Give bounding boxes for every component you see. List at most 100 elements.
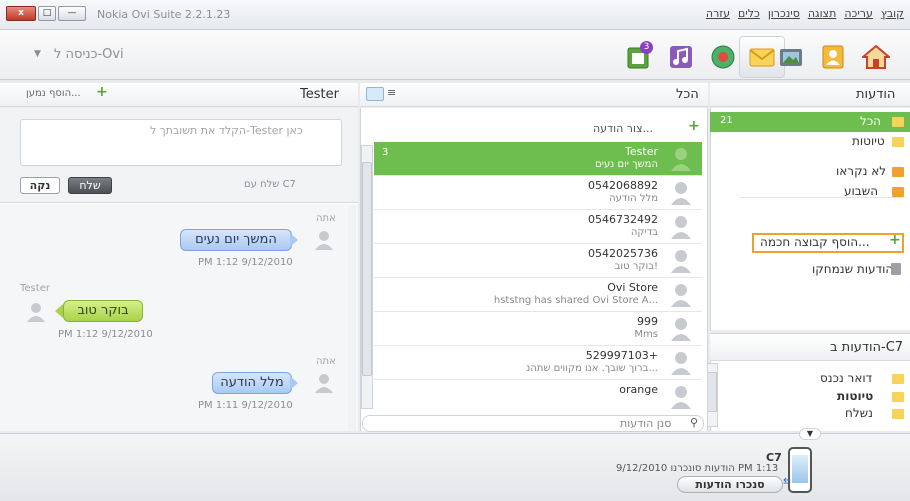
conversation-row[interactable]: 999 Mms	[374, 312, 702, 346]
filter-messages-placeholder: סנן הודעות	[620, 417, 672, 430]
trash-icon	[891, 263, 901, 275]
photos-icon[interactable]	[778, 44, 804, 70]
avatar-icon	[671, 352, 691, 375]
menu-help[interactable]: עזרה	[706, 7, 730, 20]
menu-view[interactable]: תצוגה	[808, 7, 836, 20]
close-window-button[interactable]: x	[6, 6, 36, 21]
maps-icon[interactable]	[710, 44, 736, 70]
device-messages-title: הודעות ב-C7	[830, 340, 904, 355]
music-icon[interactable]	[668, 44, 694, 70]
plus-icon[interactable]: +	[96, 84, 108, 100]
conversation-row[interactable]: Ovi Store hststng has shared Ovi Store A.…	[374, 278, 702, 312]
contact-name: Tester	[300, 87, 339, 102]
window-title: Nokia Ovi Suite 2.2.1.23	[97, 8, 231, 21]
message-bubble[interactable]: מלל הודעה	[212, 372, 292, 394]
device-drafts[interactable]: טיוטות	[837, 389, 873, 403]
notification-badge: 3	[640, 41, 653, 54]
conversation-preview: Mms	[634, 329, 658, 340]
bubble-tail	[55, 304, 63, 318]
reply-placeholder: הקלד את תשובתך ל-Tester כאן	[150, 124, 303, 137]
folder-icon	[892, 167, 904, 177]
ovi-login-link[interactable]: כניסה ל-Ovi	[54, 47, 124, 62]
messages-icon[interactable]	[748, 44, 776, 70]
home-icon[interactable]	[862, 44, 890, 70]
device-inbox[interactable]: דואר נכנס	[820, 371, 872, 385]
menu-file[interactable]: קובץ	[881, 7, 904, 20]
drafts-icon	[892, 392, 904, 402]
folder-this-week[interactable]: השבוע	[844, 184, 878, 198]
thread-scrollbar[interactable]	[348, 206, 356, 431]
add-recipient-link[interactable]: הוסף נמען...	[26, 88, 81, 99]
send-with-label: שלח עם C7	[244, 179, 296, 190]
inbox-icon	[892, 374, 904, 384]
conversation-row[interactable]: Tester המשך יום נעים 3	[374, 142, 702, 176]
contact-view-icon[interactable]	[366, 87, 384, 101]
folder-unread[interactable]: לא נקראו	[836, 164, 886, 178]
menu-edit[interactable]: עריכה	[844, 7, 873, 20]
conversation-row[interactable]: 0546732492 בדיקה	[374, 210, 702, 244]
search-icon: ⚲	[690, 416, 699, 429]
conversation-row[interactable]: 0542025736 בוקר טוב!	[374, 244, 702, 278]
avatar-icon	[671, 216, 691, 239]
avatar-icon	[315, 374, 333, 393]
clear-button[interactable]: נקה	[20, 177, 60, 194]
plus-icon: +	[688, 118, 700, 134]
plus-icon: +	[889, 232, 901, 248]
add-smart-folder-link[interactable]: הוסף קבוצה חכמה...	[760, 235, 870, 249]
conversation-preview: ברוך שובך. אנו מקווים שתהנ...	[526, 363, 658, 374]
message-bubble[interactable]: המשך יום נעים	[180, 229, 292, 251]
conversation-preview: hststng has shared Ovi Store A...	[493, 295, 658, 306]
sync-messages-button[interactable]: סנכרו הודעות	[677, 476, 783, 493]
bubble-tail	[290, 376, 298, 390]
avatar-icon	[315, 231, 333, 250]
folder-all-count: 21	[720, 115, 733, 126]
drafts-icon	[892, 137, 904, 147]
conversation-name: orange	[619, 383, 658, 396]
device-folders-panel	[710, 361, 910, 431]
chevron-down-icon[interactable]: ▼	[34, 49, 41, 59]
menu-sync[interactable]: סינכרון	[768, 7, 800, 20]
avatar-icon	[671, 386, 691, 409]
phone-screen	[792, 455, 808, 483]
sender-tester: Tester	[20, 283, 50, 294]
message-timestamp: PM 1:12 9/12/2010	[198, 257, 293, 268]
conversation-name: Tester	[625, 145, 658, 158]
send-button[interactable]: שלח	[68, 177, 112, 194]
maximize-window-button[interactable]: □	[38, 6, 56, 21]
conversation-row[interactable]: orange	[374, 380, 702, 412]
conversation-name: 529997103+	[585, 349, 658, 362]
folder-deleted[interactable]: הודעות שנמחקו	[812, 262, 893, 276]
conversation-row[interactable]: 0542068892 מלל הודעה	[374, 176, 702, 210]
menu-tools[interactable]: כלים	[738, 7, 760, 20]
folder-icon	[892, 187, 904, 197]
list-view-icon[interactable]: ≡	[387, 86, 396, 99]
bubble-tail	[290, 233, 298, 247]
conversation-preview: בוקר טוב!	[614, 261, 658, 272]
conversation-name: Ovi Store	[607, 281, 658, 294]
collapse-panel-button[interactable]: ▼	[799, 428, 821, 440]
list-header	[360, 83, 708, 107]
avatar-icon	[671, 182, 691, 205]
list-title: הכל	[676, 87, 699, 102]
conversation-preview: המשך יום נעים	[595, 159, 658, 170]
folder-all-label: הכל	[860, 114, 882, 128]
folder-drafts[interactable]: טיוטות	[852, 134, 885, 148]
avatar-icon	[671, 250, 691, 273]
minimize-window-button[interactable]: —	[58, 6, 86, 21]
avatar-icon	[27, 303, 45, 322]
avatar-icon	[671, 318, 691, 341]
device-scrollbar-thumb[interactable]	[707, 372, 717, 412]
device-sent[interactable]: נשלח	[845, 406, 873, 420]
conversation-name: 0542025736	[588, 247, 658, 260]
contacts-icon[interactable]	[820, 44, 846, 70]
avatar-icon	[671, 148, 691, 171]
new-message-link[interactable]: צור הודעה...	[593, 122, 653, 135]
message-bubble[interactable]: בוקר טוב	[63, 300, 143, 322]
message-timestamp: PM 1:12 9/12/2010	[58, 329, 153, 340]
conversation-list: Tester המשך יום נעים 3 0542068892 מלל הודעה 0…	[358, 142, 706, 412]
sent-icon	[892, 409, 904, 419]
menu-bar: קובץ עריכה תצוגה סינכרון כלים עזרה	[706, 7, 904, 20]
conversation-row[interactable]: 529997103+ ברוך שובך. אנו מקווים שתהנ...	[374, 346, 702, 380]
message-thread	[0, 204, 358, 431]
conversation-name: 0546732492	[588, 213, 658, 226]
